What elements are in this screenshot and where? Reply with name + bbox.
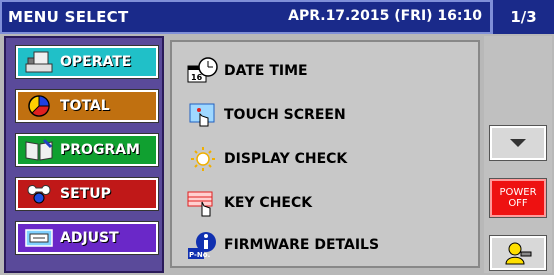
program-label: PROGRAM bbox=[60, 142, 140, 158]
total-label: TOTAL bbox=[60, 98, 110, 114]
display-check-item[interactable]: DISPLAY CHECK bbox=[186, 142, 347, 176]
program-button[interactable]: PROGRAM bbox=[15, 133, 159, 167]
adjust-label: ADJUST bbox=[60, 230, 119, 246]
key-check-icon bbox=[187, 191, 213, 217]
key-check-item[interactable]: KEY CHECK bbox=[186, 186, 312, 220]
arrow-down-icon bbox=[510, 139, 526, 147]
power-label-line2: OFF bbox=[508, 198, 528, 209]
adjust-button[interactable]: ADJUST bbox=[15, 221, 159, 255]
total-button[interactable]: TOTAL bbox=[15, 89, 159, 123]
touch-screen-label: TOUCH SCREEN bbox=[224, 107, 346, 123]
setup-button[interactable]: SETUP bbox=[15, 177, 159, 211]
right-panel: POWER OFF bbox=[484, 36, 552, 273]
calendar-clock-icon: 16 bbox=[187, 57, 218, 83]
operate-label: OPERATE bbox=[60, 54, 132, 70]
pie-chart-icon bbox=[28, 95, 50, 117]
firmware-details-label: FIRMWARE DETAILS bbox=[224, 237, 380, 253]
p-no-badge: P-No. bbox=[189, 251, 210, 259]
user-login-button[interactable] bbox=[489, 235, 547, 271]
operate-button[interactable]: OPERATE bbox=[15, 45, 159, 79]
setup-label: SETUP bbox=[60, 186, 111, 202]
submenu-panel: 16 DATE TIME TOUCH SCREEN DISPLAY CHECK … bbox=[170, 40, 480, 268]
sun-icon bbox=[191, 147, 215, 171]
user-key-icon bbox=[505, 242, 532, 265]
wrench-icon bbox=[27, 185, 51, 204]
screen-title: MENU SELECT bbox=[8, 8, 129, 26]
date-time-label: DATE TIME bbox=[224, 63, 308, 79]
scroll-down-button[interactable] bbox=[489, 125, 547, 161]
page-indicator: 1/3 bbox=[490, 0, 554, 34]
power-off-button[interactable]: POWER OFF bbox=[489, 178, 547, 218]
adjust-icon bbox=[25, 229, 53, 247]
svg-text:16: 16 bbox=[191, 73, 203, 82]
info-icon: P-No. bbox=[188, 232, 216, 259]
category-panel: OPERATE TOTAL PROGRAM SETUP ADJUST bbox=[4, 36, 164, 273]
datetime-display: APR.17.2015 (FRI) 16:10 bbox=[288, 8, 482, 24]
title-bar: MENU SELECT APR.17.2015 (FRI) 16:10 bbox=[0, 0, 554, 34]
firmware-details-item[interactable]: P-No. FIRMWARE DETAILS bbox=[186, 228, 379, 262]
key-check-label: KEY CHECK bbox=[224, 195, 313, 211]
touch-screen-item[interactable]: TOUCH SCREEN bbox=[186, 98, 346, 132]
touch-icon bbox=[189, 103, 215, 127]
display-check-label: DISPLAY CHECK bbox=[224, 151, 348, 167]
book-icon bbox=[25, 138, 53, 161]
power-label-line1: POWER bbox=[499, 187, 537, 198]
date-time-item[interactable]: 16 DATE TIME bbox=[186, 54, 308, 88]
operate-icon bbox=[25, 51, 53, 73]
